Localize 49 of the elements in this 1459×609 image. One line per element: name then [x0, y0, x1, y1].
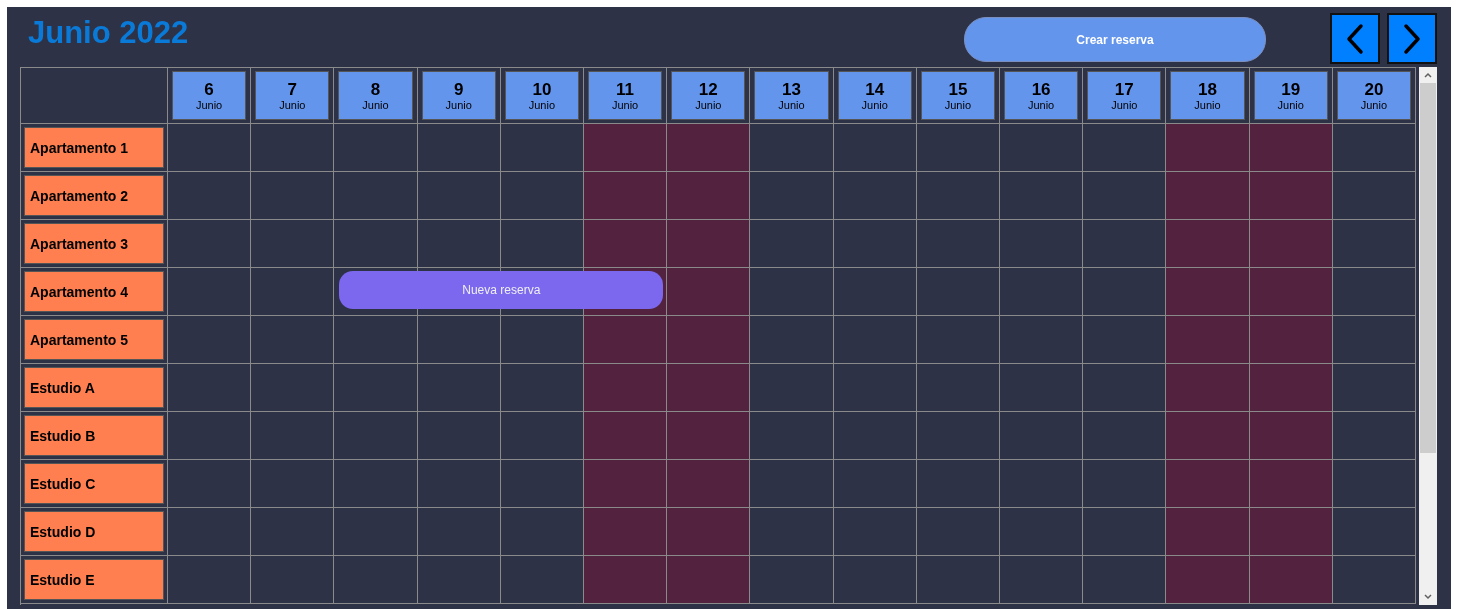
month-title: Junio 2022 [28, 15, 190, 51]
unit-label: Apartamento 1 [24, 127, 164, 168]
day-number: 16 [1031, 79, 1051, 99]
previous-button[interactable] [1330, 13, 1380, 64]
day-number: 13 [782, 79, 801, 99]
day-number: 8 [370, 79, 381, 99]
day-number: 11 [616, 79, 635, 99]
day-number: 9 [453, 79, 464, 99]
unit-label: Apartamento 3 [24, 223, 164, 264]
month-label: Junio [611, 98, 639, 112]
day-number: 12 [698, 79, 718, 99]
day-number: 6 [204, 79, 214, 99]
month-label: Junio [861, 98, 888, 112]
unit-label: Estudio A [24, 367, 164, 408]
unit-label: Estudio C [24, 463, 164, 504]
reservation-bar[interactable]: Nueva reserva [339, 271, 664, 309]
month-label: Junio [1360, 98, 1388, 112]
day-number: 14 [865, 79, 885, 99]
unit-label: Estudio B [24, 415, 164, 456]
scroll-up-icon[interactable] [1423, 71, 1433, 79]
unit-label: Apartamento 5 [24, 319, 164, 360]
day-number: 7 [287, 79, 297, 99]
month-label: Junio [1277, 98, 1304, 112]
create-reservation-button[interactable]: Crear reserva [964, 17, 1266, 62]
day-number: 18 [1198, 79, 1217, 99]
scroll-thumb[interactable] [1420, 83, 1436, 453]
month-label: Junio [528, 98, 556, 112]
month-label: Junio [279, 98, 306, 112]
month-label: Junio [1111, 98, 1138, 112]
day-number: 20 [1364, 79, 1384, 99]
month-label: Junio [944, 98, 972, 112]
unit-label: Estudio E [24, 559, 164, 600]
month-label: Junio [778, 98, 805, 112]
unit-label: Apartamento 4 [24, 271, 164, 312]
month-label: Junio [1027, 98, 1055, 112]
day-number: 19 [1281, 79, 1301, 99]
next-button[interactable] [1387, 13, 1437, 64]
month-label: Junio [445, 98, 472, 112]
month-label: Junio [695, 98, 722, 112]
month-label: Junio [362, 98, 389, 112]
month-label: Junio [195, 98, 223, 112]
day-number: 17 [1114, 79, 1134, 99]
day-number: 10 [532, 79, 552, 99]
unit-label: Estudio D [24, 511, 164, 552]
day-number: 15 [948, 79, 968, 99]
unit-label: Apartamento 2 [24, 175, 164, 216]
month-label: Junio [1194, 98, 1221, 112]
scroll-down-icon[interactable] [1423, 593, 1433, 601]
scrollbar[interactable] [1419, 67, 1437, 605]
